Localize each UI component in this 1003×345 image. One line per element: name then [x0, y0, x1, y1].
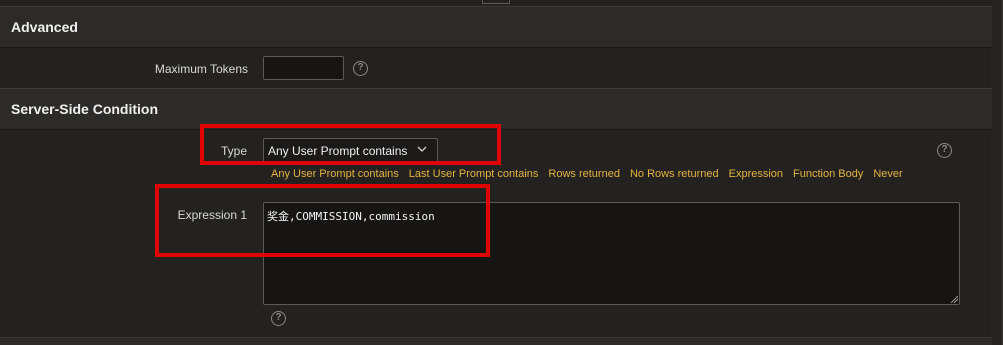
quick-pick-no-rows-returned[interactable]: No Rows returned	[630, 168, 719, 180]
section-header-advanced[interactable]: Advanced	[0, 6, 992, 48]
page: Advanced Maximum Tokens ? Server-Side Co…	[0, 0, 1003, 345]
next-section-header	[0, 337, 992, 345]
quick-pick-never[interactable]: Never	[873, 168, 902, 180]
quick-pick-last-user-prompt-contains[interactable]: Last User Prompt contains	[409, 168, 539, 180]
section-title: Advanced	[11, 19, 78, 35]
splitter-handle[interactable]	[482, 0, 510, 4]
type-quick-picks: Any User Prompt contains Last User Prompt…	[271, 168, 913, 180]
section-title: Server-Side Condition	[11, 101, 159, 117]
annotation-box-expression	[155, 184, 490, 257]
scrollbar-track[interactable]	[991, 0, 1002, 345]
annotation-box-type	[200, 124, 501, 165]
question-circle-icon[interactable]: ?	[271, 311, 286, 326]
question-circle-icon[interactable]: ?	[353, 61, 368, 76]
quick-pick-function-body[interactable]: Function Body	[793, 168, 863, 180]
max-tokens-input[interactable]	[263, 56, 344, 80]
quick-pick-expression[interactable]: Expression	[729, 168, 783, 180]
question-circle-icon[interactable]: ?	[937, 143, 952, 158]
max-tokens-label: Maximum Tokens	[154, 62, 248, 76]
resize-grip-icon[interactable]	[950, 295, 958, 303]
quick-pick-rows-returned[interactable]: Rows returned	[548, 168, 620, 180]
quick-pick-any-user-prompt-contains[interactable]: Any User Prompt contains	[271, 168, 399, 180]
